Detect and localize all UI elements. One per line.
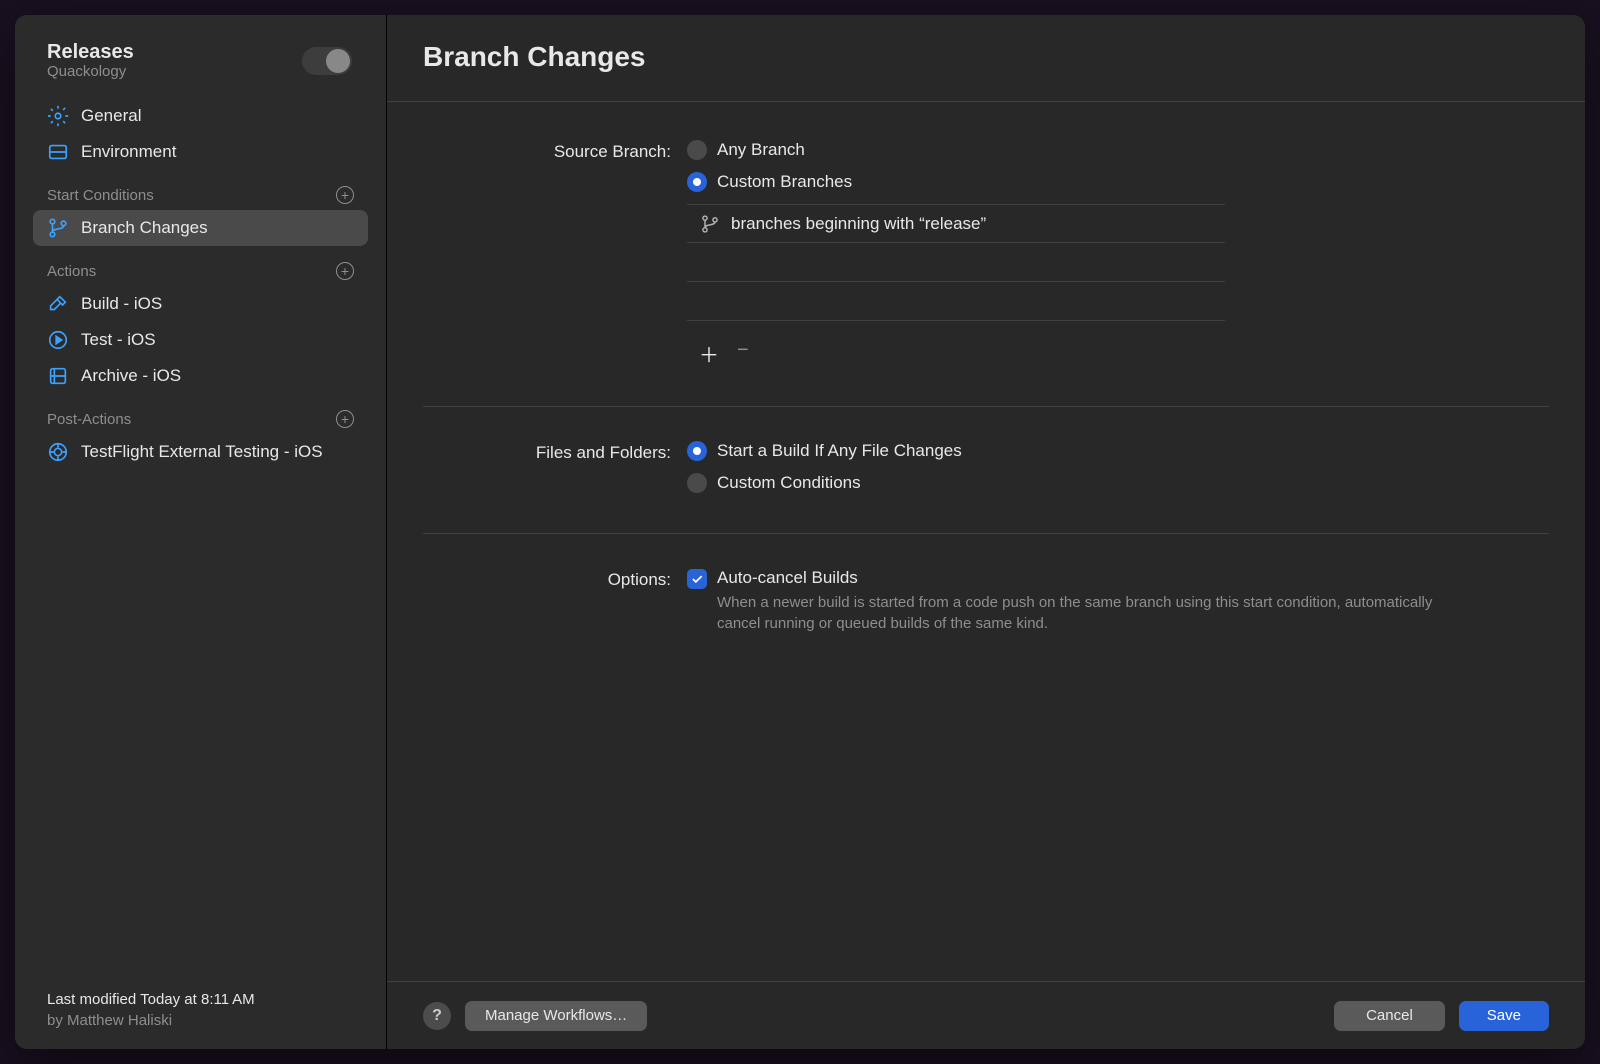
- sidebar-item-label: TestFlight External Testing - iOS: [81, 442, 323, 462]
- radio-label: Start a Build If Any File Changes: [717, 441, 962, 461]
- files-folders-row: Files and Folders: Start a Build If Any …: [423, 441, 1549, 505]
- radio-button[interactable]: [687, 172, 707, 192]
- radio-button[interactable]: [687, 441, 707, 461]
- radio-any-branch[interactable]: Any Branch: [687, 140, 1549, 160]
- save-button[interactable]: Save: [1459, 1001, 1549, 1031]
- radio-label: Custom Branches: [717, 172, 852, 192]
- options-row: Options: Auto-cancel Builds When a newer…: [423, 568, 1549, 634]
- add-start-condition-button[interactable]: +: [336, 186, 354, 204]
- cancel-button[interactable]: Cancel: [1334, 1001, 1445, 1031]
- section-divider: [423, 406, 1549, 407]
- branch-list-controls: ＋ −: [687, 329, 1549, 378]
- archive-icon: [47, 365, 69, 387]
- server-icon: [47, 141, 69, 163]
- section-label: Actions: [47, 263, 96, 280]
- section-start-conditions: Start Conditions +: [33, 170, 368, 210]
- sidebar-item-label: Test - iOS: [81, 330, 156, 350]
- radio-button[interactable]: [687, 140, 707, 160]
- sidebar-item-test[interactable]: Test - iOS: [33, 322, 368, 358]
- last-modified: Last modified Today at 8:11 AM: [47, 989, 354, 1010]
- radio-label: Custom Conditions: [717, 473, 861, 493]
- source-branch-row: Source Branch: Any Branch Custom Branche…: [423, 140, 1549, 378]
- sidebar-item-environment[interactable]: Environment: [33, 134, 368, 170]
- section-label: Post-Actions: [47, 411, 131, 428]
- workflow-name: Releases: [47, 41, 134, 63]
- section-divider: [423, 533, 1549, 534]
- help-button[interactable]: ?: [423, 1002, 451, 1030]
- branch-rule-row-empty[interactable]: [687, 243, 1225, 282]
- remove-rule-button[interactable]: −: [737, 339, 749, 368]
- auto-cancel-description: When a newer build is started from a cod…: [717, 592, 1437, 634]
- sidebar-header: Releases Quackology: [33, 33, 368, 98]
- radio-label: Any Branch: [717, 140, 805, 160]
- play-checkmark-icon: [47, 329, 69, 351]
- sidebar-item-general[interactable]: General: [33, 98, 368, 134]
- sidebar-item-branch-changes[interactable]: Branch Changes: [33, 210, 368, 246]
- sidebar-item-label: Build - iOS: [81, 294, 162, 314]
- sidebar-item-build[interactable]: Build - iOS: [33, 286, 368, 322]
- hammer-icon: [47, 293, 69, 315]
- branch-icon: [47, 217, 69, 239]
- gear-icon: [47, 105, 69, 127]
- sidebar-item-label: Archive - iOS: [81, 366, 181, 386]
- source-branch-label: Source Branch:: [423, 140, 671, 162]
- testflight-icon: [47, 441, 69, 463]
- sidebar: Releases Quackology General Environment …: [15, 15, 387, 1049]
- sidebar-item-label: General: [81, 106, 141, 126]
- branch-icon: [699, 213, 721, 235]
- workflow-enabled-toggle[interactable]: [302, 47, 352, 75]
- branch-rules-list: branches beginning with “release”: [687, 204, 1225, 321]
- page-title: Branch Changes: [423, 41, 1549, 73]
- add-post-action-button[interactable]: +: [336, 410, 354, 428]
- content-area: Source Branch: Any Branch Custom Branche…: [387, 101, 1585, 981]
- main-content: Branch Changes Source Branch: Any Branch…: [387, 15, 1585, 1049]
- branch-rule-row[interactable]: branches beginning with “release”: [687, 204, 1225, 243]
- footer-bar: ? Manage Workflows… Cancel Save: [387, 981, 1585, 1049]
- section-label: Start Conditions: [47, 187, 154, 204]
- add-action-button[interactable]: +: [336, 262, 354, 280]
- radio-custom-conditions[interactable]: Custom Conditions: [687, 473, 1549, 493]
- modified-by: by Matthew Haliski: [47, 1010, 354, 1031]
- toggle-knob: [326, 49, 350, 73]
- section-post-actions: Post-Actions +: [33, 394, 368, 434]
- workflow-editor-window: Releases Quackology General Environment …: [15, 15, 1585, 1049]
- sidebar-item-label: Branch Changes: [81, 218, 208, 238]
- branch-rule-row-empty[interactable]: [687, 282, 1225, 321]
- sidebar-footer: Last modified Today at 8:11 AM by Matthe…: [33, 989, 368, 1031]
- branch-rule-text: branches beginning with “release”: [731, 214, 986, 234]
- auto-cancel-checkbox[interactable]: [687, 569, 707, 589]
- sidebar-item-archive[interactable]: Archive - iOS: [33, 358, 368, 394]
- radio-any-file[interactable]: Start a Build If Any File Changes: [687, 441, 1549, 461]
- add-rule-button[interactable]: ＋: [699, 339, 719, 368]
- sidebar-item-testflight[interactable]: TestFlight External Testing - iOS: [33, 434, 368, 470]
- radio-button[interactable]: [687, 473, 707, 493]
- options-label: Options:: [423, 568, 671, 590]
- project-name: Quackology: [47, 63, 134, 80]
- files-folders-label: Files and Folders:: [423, 441, 671, 463]
- radio-custom-branches[interactable]: Custom Branches: [687, 172, 1549, 192]
- sidebar-item-label: Environment: [81, 142, 176, 162]
- section-actions: Actions +: [33, 246, 368, 286]
- manage-workflows-button[interactable]: Manage Workflows…: [465, 1001, 647, 1031]
- auto-cancel-label: Auto-cancel Builds: [717, 568, 1437, 588]
- main-header: Branch Changes: [387, 15, 1585, 101]
